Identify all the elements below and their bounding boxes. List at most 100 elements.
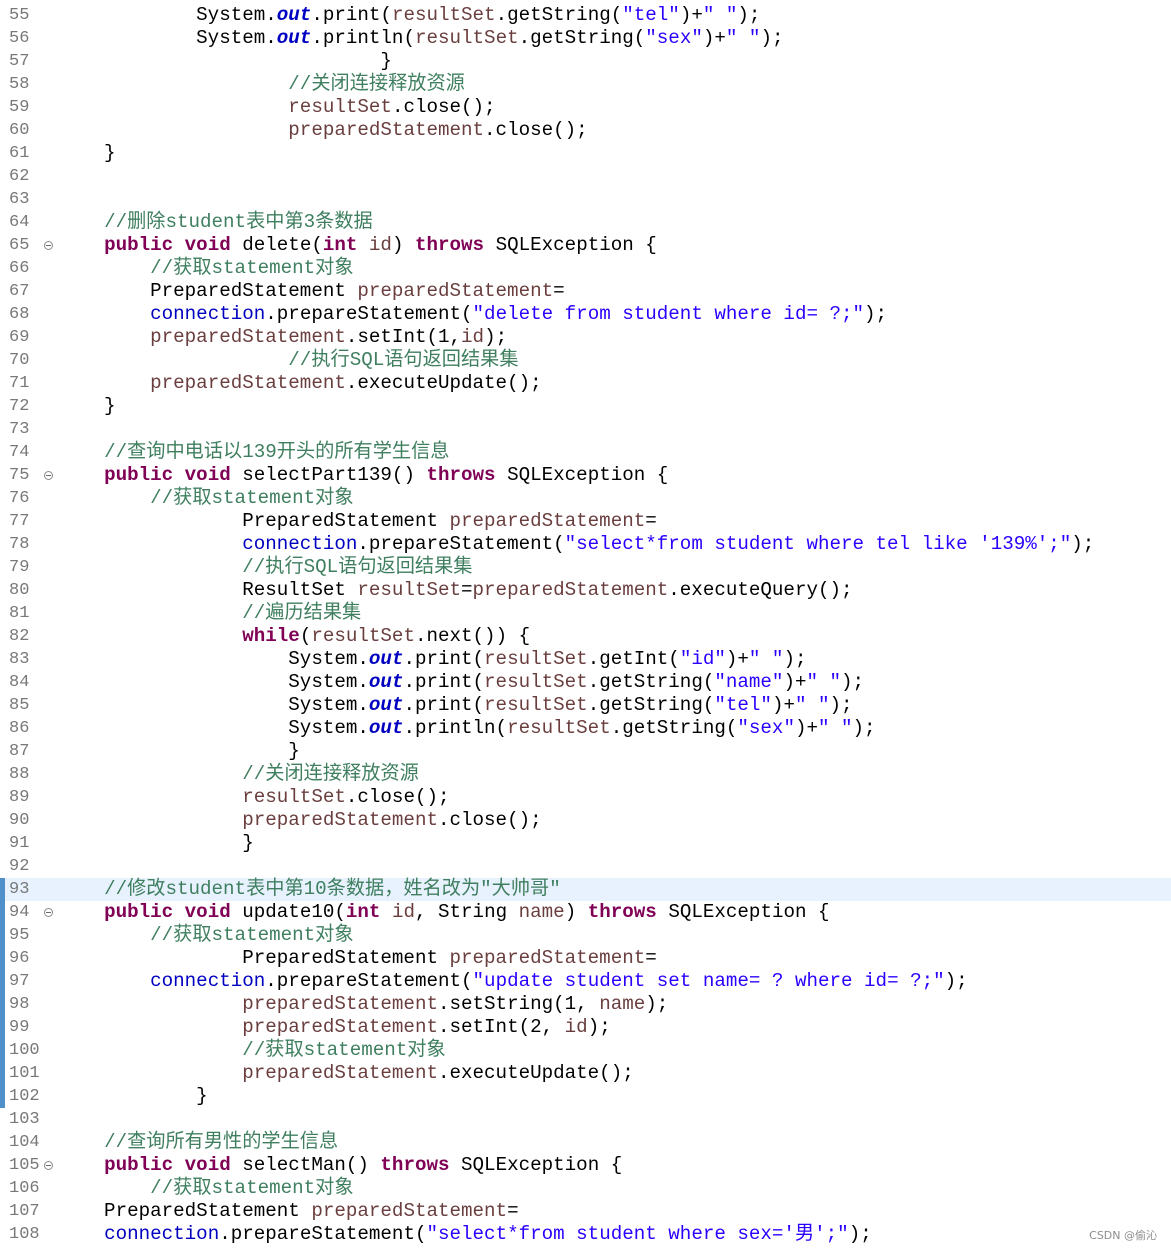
token-string: " " (702, 4, 738, 26)
code-line[interactable]: 84 System.out.print(resultSet.getString(… (0, 671, 1171, 694)
code-line[interactable]: 85 System.out.print(resultSet.getString(… (0, 694, 1171, 717)
code-line[interactable]: 94 public void update10(int id, String n… (0, 901, 1171, 924)
code-line[interactable]: 57 } (0, 50, 1171, 73)
code-line[interactable]: 76 //获取statement对象 (0, 487, 1171, 510)
code-line[interactable]: 58 //关闭连接释放资源 (0, 73, 1171, 96)
token-string: "update student set name= ? where id= ?;… (472, 970, 945, 992)
code-line[interactable]: 93 //修改student表中第10条数据，姓名改为"大帅哥" (0, 878, 1171, 901)
code-line[interactable]: 87 } (0, 740, 1171, 763)
code-line[interactable]: 66 //获取statement对象 (0, 257, 1171, 280)
code-text: //获取statement对象 (58, 1039, 445, 1062)
code-line[interactable]: 75 public void selectPart139() throws SQ… (0, 464, 1171, 487)
code-line[interactable]: 79 //执行SQL语句返回结果集 (0, 556, 1171, 579)
code-line[interactable]: 89 resultSet.close(); (0, 786, 1171, 809)
code-line[interactable]: 61 } (0, 142, 1171, 165)
code-line[interactable]: 97 connection.prepareStatement("update s… (0, 970, 1171, 993)
token-var: name (599, 993, 646, 1015)
code-line[interactable]: 104 //查询所有男性的学生信息 (0, 1131, 1171, 1154)
code-line[interactable]: 73 (0, 418, 1171, 441)
code-line[interactable]: 108 connection.prepareStatement("select*… (0, 1223, 1171, 1246)
collapse-fold-icon[interactable] (44, 471, 53, 480)
line-number: 77 (9, 512, 30, 531)
code-line[interactable]: 81 //遍历结果集 (0, 602, 1171, 625)
code-line[interactable]: 88 //关闭连接释放资源 (0, 763, 1171, 786)
code-line[interactable]: 63 (0, 188, 1171, 211)
code-line[interactable]: 83 System.out.print(resultSet.getInt("id… (0, 648, 1171, 671)
code-line[interactable]: 77 PreparedStatement preparedStatement= (0, 510, 1171, 533)
code-line[interactable]: 59 resultSet.close(); (0, 96, 1171, 119)
collapse-fold-icon[interactable] (44, 1161, 53, 1170)
code-line[interactable]: 69 preparedStatement.setInt(1,id); (0, 326, 1171, 349)
token-field: out (276, 4, 312, 26)
code-text: //关闭连接释放资源 (58, 73, 465, 96)
line-number-gutter: 107 (0, 1200, 52, 1223)
code-line[interactable]: 90 preparedStatement.close(); (0, 809, 1171, 832)
token-plain: , String (414, 901, 519, 923)
code-line[interactable]: 72 } (0, 395, 1171, 418)
token-plain: PreparedStatement (58, 947, 450, 969)
collapse-fold-icon[interactable] (44, 241, 53, 250)
code-line[interactable]: 96 PreparedStatement preparedStatement= (0, 947, 1171, 970)
line-number: 104 (9, 1133, 40, 1152)
collapse-fold-icon[interactable] (44, 908, 53, 917)
code-editor[interactable]: 55 System.out.print(resultSet.getString(… (0, 4, 1171, 1246)
line-number-gutter: 64 (0, 211, 52, 234)
token-var: preparedStatement (288, 119, 485, 141)
code-line[interactable]: 99 preparedStatement.setInt(2, id); (0, 1016, 1171, 1039)
code-text: connection.prepareStatement("select*from… (58, 1223, 872, 1246)
code-line[interactable]: 67 PreparedStatement preparedStatement= (0, 280, 1171, 303)
token-plain: = (645, 510, 657, 532)
line-number-gutter: 55 (0, 4, 52, 27)
code-text: PreparedStatement preparedStatement= (58, 510, 657, 533)
code-line[interactable]: 95 //获取statement对象 (0, 924, 1171, 947)
token-keyword: void (184, 234, 231, 256)
code-line[interactable]: 82 while(resultSet.next()) { (0, 625, 1171, 648)
code-line[interactable]: 106 //获取statement对象 (0, 1177, 1171, 1200)
code-line[interactable]: 91 } (0, 832, 1171, 855)
code-line[interactable]: 71 preparedStatement.executeUpdate(); (0, 372, 1171, 395)
token-var: resultSet (484, 694, 588, 716)
code-line[interactable]: 64 //删除student表中第3条数据 (0, 211, 1171, 234)
token-var: id (368, 234, 392, 256)
code-line[interactable]: 68 connection.prepareStatement("delete f… (0, 303, 1171, 326)
code-line[interactable]: 102 } (0, 1085, 1171, 1108)
code-line[interactable]: 98 preparedStatement.setString(1, name); (0, 993, 1171, 1016)
code-line[interactable]: 62 (0, 165, 1171, 188)
code-line[interactable]: 92 (0, 855, 1171, 878)
token-keyword: throws (426, 464, 496, 486)
code-line[interactable]: 55 System.out.print(resultSet.getString(… (0, 4, 1171, 27)
code-text: connection.prepareStatement("update stud… (58, 970, 968, 993)
code-line[interactable]: 103 (0, 1108, 1171, 1131)
code-line[interactable]: 100 //获取statement对象 (0, 1039, 1171, 1062)
code-line[interactable]: 70 //执行SQL语句返回结果集 (0, 349, 1171, 372)
token-plain: PreparedStatement (58, 280, 358, 302)
token-string: "tel" (714, 694, 772, 716)
code-line[interactable]: 74 //查询中电话以139开头的所有学生信息 (0, 441, 1171, 464)
code-line[interactable]: 56 System.out.println(resultSet.getStrin… (0, 27, 1171, 50)
code-line[interactable]: 78 connection.prepareStatement("select*f… (0, 533, 1171, 556)
token-string: "sex" (737, 717, 795, 739)
code-line[interactable]: 60 preparedStatement.close(); (0, 119, 1171, 142)
line-number-gutter: 79 (0, 556, 52, 579)
token-keyword: int (322, 234, 358, 256)
line-number-gutter: 98 (0, 993, 52, 1016)
code-line[interactable]: 86 System.out.println(resultSet.getStrin… (0, 717, 1171, 740)
token-plain: .getInt( (587, 648, 680, 670)
code-line[interactable]: 107 PreparedStatement preparedStatement= (0, 1200, 1171, 1223)
line-number: 107 (9, 1202, 40, 1221)
code-line[interactable]: 80 ResultSet resultSet=preparedStatement… (0, 579, 1171, 602)
line-number-gutter: 83 (0, 648, 52, 671)
code-line[interactable]: 65 public void delete(int id) throws SQL… (0, 234, 1171, 257)
code-line[interactable]: 105 public void selectMan() throws SQLEx… (0, 1154, 1171, 1177)
code-line[interactable]: 101 preparedStatement.executeUpdate(); (0, 1062, 1171, 1085)
